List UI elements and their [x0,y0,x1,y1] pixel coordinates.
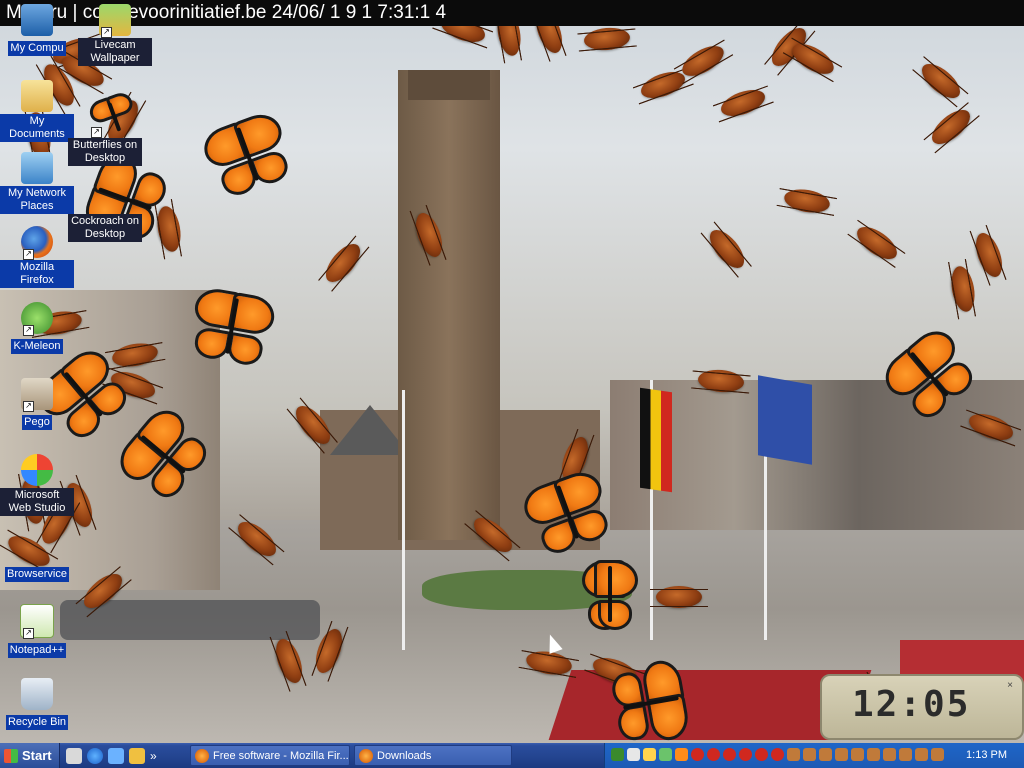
butterflies-on-desktop-icon[interactable]: ↗ Butterflies on Desktop [68,104,142,166]
pego-icon[interactable]: ↗ Pego [0,378,74,430]
eu-flag [758,375,812,465]
browservice-icon[interactable]: Browservice [0,530,74,582]
heart-icon[interactable] [755,748,768,761]
cockroach-tray-icon[interactable] [883,748,896,761]
right-buildings [610,380,1024,530]
computer-monitor-icon [21,4,53,36]
browservice-app-icon [21,530,53,562]
cockroach-shortcut-icon [89,180,121,212]
butterfly-shortcut-icon: ↗ [89,104,121,138]
cockroach[interactable] [916,57,966,105]
cockroach[interactable] [677,39,729,83]
clock-widget[interactable]: 12:05 × [820,674,1024,740]
msn-icon[interactable]: Microsoft Web Studio [0,454,74,516]
cockroach[interactable] [970,229,1008,281]
windows-media-player-icon[interactable] [108,747,124,764]
firefox-icon: ↗ [21,226,53,260]
livecam-icon: ↗ [99,4,131,38]
cockroach[interactable] [703,224,751,274]
cockroach-tray-icon[interactable] [851,748,864,761]
taskbar-button-firefox[interactable]: Free software - Mozilla Fir... [190,745,350,766]
cockroach-tray-icon[interactable] [915,748,928,761]
notepad-plus-plus-icon[interactable]: ↗ Notepad++ [0,604,74,658]
heart-icon[interactable] [771,748,784,761]
butterfly[interactable] [582,560,638,630]
recycle-bin-icon[interactable]: Recycle Bin [0,678,74,730]
chameleon-icon: ↗ [21,302,53,336]
system-tray: 1:13 PM [604,743,1024,768]
butterfly[interactable] [609,657,692,743]
cockroach-tray-icon[interactable] [899,748,912,761]
cockroach[interactable] [717,84,769,122]
cockroach[interactable] [851,220,903,266]
heart-icon[interactable] [723,748,736,761]
cockroach[interactable] [583,26,631,52]
cockroach[interactable] [782,186,832,216]
cockroach-tray-icon[interactable] [819,748,832,761]
trash-bin-icon [21,678,53,710]
notepad-icon: ↗ [20,604,54,639]
close-icon[interactable]: × [1004,680,1016,692]
my-documents-icon[interactable]: My Documents [0,80,74,142]
tray-app-icon[interactable] [691,748,704,761]
clock-time: 12:05 [852,684,971,725]
heart-icon[interactable] [739,748,752,761]
pego-app-icon: ↗ [21,378,53,412]
tray-app-icon[interactable] [659,748,672,761]
internet-explorer-icon[interactable] [87,747,103,764]
tray-app-icon[interactable] [643,748,656,761]
show-desktop-icon[interactable] [66,747,82,764]
butterfly-logo-icon [21,454,53,486]
cockroach[interactable] [948,264,978,314]
firefox-icon [195,749,209,763]
outlook-express-icon[interactable] [129,747,145,764]
taskbar-button-downloads[interactable]: Downloads [354,745,512,766]
butterfly[interactable] [198,108,297,201]
quick-launch: » [66,747,157,764]
tray-app-icon[interactable] [611,748,624,761]
my-network-places-icon[interactable]: My Network Places [0,152,74,214]
tray-icons [611,748,944,761]
windows-logo-icon [4,748,18,763]
cockroach-tray-icon[interactable] [803,748,816,761]
webcam-caption: M t Bru | comitevoorinitiatief.be 24/06/… [0,0,1024,26]
taskbar: Start » Free software - Mozilla Fir... D… [0,743,1024,768]
cockroach[interactable] [926,103,976,151]
my-computer-icon[interactable]: My Compu [0,4,74,56]
quick-launch-overflow-icon[interactable]: » [150,749,157,763]
belfry-tower [398,70,500,540]
k-meleon-icon[interactable]: ↗ K-Meleon [0,302,74,354]
start-button[interactable]: Start [0,743,60,768]
heart-icon[interactable] [707,748,720,761]
belgian-flag [640,387,672,493]
network-icon [21,152,53,184]
firefox-icon [359,749,373,763]
flag-pole [402,390,405,650]
butterfly-tray-icon[interactable] [675,748,688,761]
belfry-top [408,70,490,100]
cockroach[interactable] [319,238,367,288]
cockroach[interactable] [650,586,708,608]
cockroach-tray-icon[interactable] [835,748,848,761]
cockroach-tray-icon[interactable] [787,748,800,761]
cockroach[interactable] [154,204,184,254]
butterfly[interactable] [187,285,278,369]
cockroach-on-desktop-icon[interactable]: Cockroach on Desktop [68,180,142,242]
livecam-wallpaper-icon[interactable]: ↗ Livecam Wallpaper [78,4,152,66]
desktop: M t Bru | comitevoorinitiatief.be 24/06/… [0,0,1024,743]
cockroach[interactable] [787,37,839,81]
cockroach-tray-icon[interactable] [867,748,880,761]
tray-app-icon[interactable] [627,748,640,761]
folder-icon [21,80,53,112]
mozilla-firefox-icon[interactable]: ↗ Mozilla Firefox [0,226,74,288]
tray-clock[interactable]: 1:13 PM [966,743,1007,768]
cockroach-tray-icon[interactable] [931,748,944,761]
